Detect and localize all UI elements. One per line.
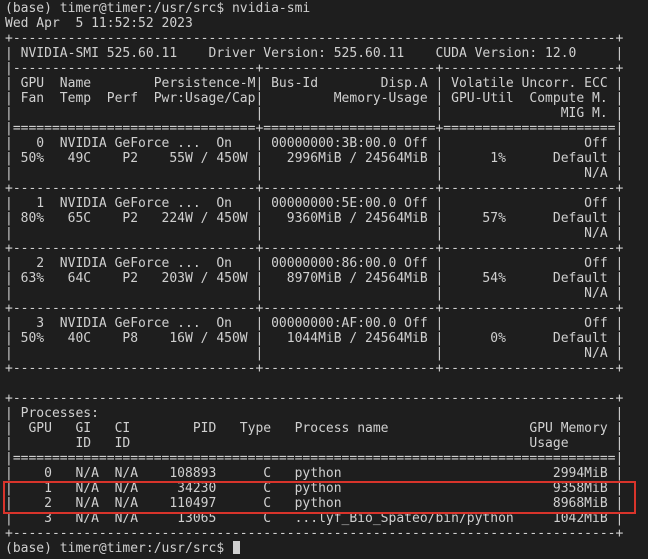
terminal-line: | | | N/A |: [5, 286, 623, 301]
terminal-line: | 2 N/A N/A 110497 C python 8968MiB |: [5, 496, 623, 511]
line-text: | GPU Name Persistence-M| Bus-Id Disp.A …: [5, 76, 624, 91]
terminal-line: +-------------------------------+-------…: [5, 181, 623, 196]
terminal-line: +-------------------------------+-------…: [5, 361, 623, 376]
terminal-line: | 1 N/A N/A 34230 C python 9358MiB |: [5, 481, 623, 496]
line-text: |-------------------------------+-------…: [5, 61, 624, 76]
terminal-window[interactable]: (base) timer@timer:/usr/src$ nvidia-smi W…: [0, 0, 648, 559]
terminal-line: | ID ID Usage |: [5, 436, 623, 451]
terminal-line: +-------------------------------+-------…: [5, 241, 623, 256]
line-text: +---------------------------------------…: [5, 526, 624, 541]
terminal-line: | 50% 49C P2 55W / 450W | 2996MiB / 2456…: [5, 151, 623, 166]
terminal-line: | 50% 40C P8 16W / 450W | 1044MiB / 2456…: [5, 331, 623, 346]
terminal-line: +---------------------------------------…: [5, 526, 623, 541]
line-text: | 2 NVIDIA GeForce ... On | 00000000:86:…: [5, 256, 624, 271]
line-text: | Fan Temp Perf Pwr:Usage/Cap| Memory-Us…: [5, 91, 624, 106]
line-text: | 0 N/A N/A 108893 C python 2994MiB |: [5, 466, 624, 481]
terminal-line: | Processes: |: [5, 406, 623, 421]
terminal-line: | 0 N/A N/A 108893 C python 2994MiB |: [5, 466, 623, 481]
line-text: |===============================+=======…: [5, 121, 624, 136]
line-text: +---------------------------------------…: [5, 391, 624, 406]
line-text: +-------------------------------+-------…: [5, 361, 624, 376]
terminal-line: | 80% 65C P2 224W / 450W | 9360MiB / 245…: [5, 211, 623, 226]
terminal-line: | GPU Name Persistence-M| Bus-Id Disp.A …: [5, 76, 623, 91]
line-text: Wed Apr 5 11:52:52 2023: [5, 16, 193, 31]
terminal-line: +-------------------------------+-------…: [5, 301, 623, 316]
line-text: | 3 NVIDIA GeForce ... On | 00000000:AF:…: [5, 316, 624, 331]
line-text: | 50% 49C P2 55W / 450W | 2996MiB / 2456…: [5, 151, 624, 166]
terminal-line: | | | N/A |: [5, 346, 623, 361]
line-text: |=======================================…: [5, 451, 624, 466]
terminal-line: |===============================+=======…: [5, 121, 623, 136]
terminal-line: (base) timer@timer:/usr/src$ nvidia-smi: [5, 1, 623, 16]
terminal-line: | | | N/A |: [5, 166, 623, 181]
line-text: +---------------------------------------…: [5, 31, 624, 46]
line-text: | 2 N/A N/A 110497 C python 8968MiB |: [5, 496, 624, 511]
line-text: (base) timer@timer:/usr/src$: [5, 541, 232, 556]
terminal-line: | Fan Temp Perf Pwr:Usage/Cap| Memory-Us…: [5, 91, 623, 106]
terminal-line: | | | MIG M. |: [5, 106, 623, 121]
line-text: +-------------------------------+-------…: [5, 241, 624, 256]
line-text: | 80% 65C P2 224W / 450W | 9360MiB / 245…: [5, 211, 624, 226]
line-text: +-------------------------------+-------…: [5, 301, 624, 316]
line-text: | 1 N/A N/A 34230 C python 9358MiB |: [5, 481, 624, 496]
terminal-output: (base) timer@timer:/usr/src$ nvidia-smi W…: [5, 1, 623, 556]
line-text: | | | N/A |: [5, 166, 624, 181]
line-text: | NVIDIA-SMI 525.60.11 Driver Version: 5…: [5, 46, 624, 61]
line-text: | | | N/A |: [5, 286, 624, 301]
line-text: | 63% 64C P2 203W / 450W | 8970MiB / 245…: [5, 271, 624, 286]
terminal-line: | 0 NVIDIA GeForce ... On | 00000000:3B:…: [5, 136, 623, 151]
terminal-line: | | | N/A |: [5, 226, 623, 241]
line-text: | 3 N/A N/A 13065 C ...lyf_Bio_Spateo/bi…: [5, 511, 624, 526]
line-text: | | | MIG M. |: [5, 106, 624, 121]
text-cursor: [232, 541, 240, 554]
line-text: | 0 NVIDIA GeForce ... On | 00000000:3B:…: [5, 136, 624, 151]
terminal-line: |=======================================…: [5, 451, 623, 466]
terminal-line: +---------------------------------------…: [5, 31, 623, 46]
line-text: | GPU GI CI PID Type Process name GPU Me…: [5, 421, 624, 436]
terminal-line: |-------------------------------+-------…: [5, 61, 623, 76]
terminal-line: | 2 NVIDIA GeForce ... On | 00000000:86:…: [5, 256, 623, 271]
shell-prompt-line[interactable]: (base) timer@timer:/usr/src$: [5, 541, 623, 556]
terminal-line: | 3 NVIDIA GeForce ... On | 00000000:AF:…: [5, 316, 623, 331]
terminal-line: Wed Apr 5 11:52:52 2023: [5, 16, 623, 31]
line-text: | | | N/A |: [5, 346, 624, 361]
terminal-line: | NVIDIA-SMI 525.60.11 Driver Version: 5…: [5, 46, 623, 61]
line-text: | 1 NVIDIA GeForce ... On | 00000000:5E:…: [5, 196, 624, 211]
terminal-line: | 63% 64C P2 203W / 450W | 8970MiB / 245…: [5, 271, 623, 286]
line-text: | 50% 40C P8 16W / 450W | 1044MiB / 2456…: [5, 331, 624, 346]
terminal-line: | 3 N/A N/A 13065 C ...lyf_Bio_Spateo/bi…: [5, 511, 623, 526]
line-text: | ID ID Usage |: [5, 436, 624, 451]
terminal-line: +---------------------------------------…: [5, 391, 623, 406]
terminal-line: | 1 NVIDIA GeForce ... On | 00000000:5E:…: [5, 196, 623, 211]
terminal-line: | GPU GI CI PID Type Process name GPU Me…: [5, 421, 623, 436]
line-text: | Processes: |: [5, 406, 624, 421]
line-text: (base) timer@timer:/usr/src$ nvidia-smi: [5, 1, 311, 16]
line-text: +-------------------------------+-------…: [5, 181, 624, 196]
line-text: | | | N/A |: [5, 226, 624, 241]
